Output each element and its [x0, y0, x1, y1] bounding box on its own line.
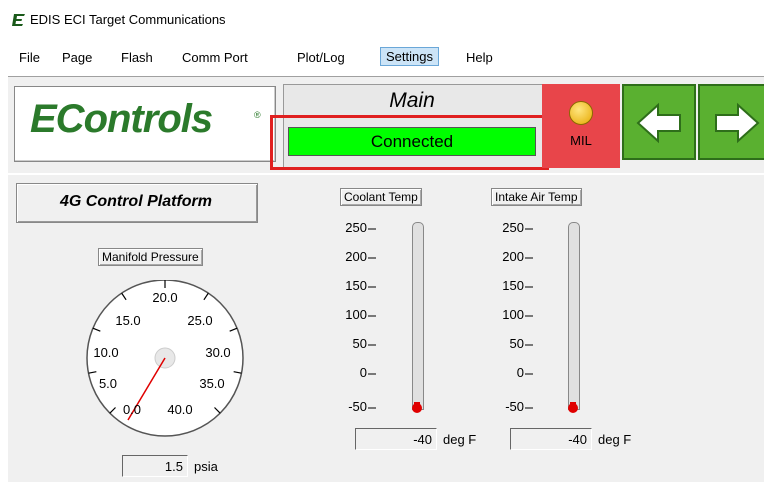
coolant-tick-0: 0	[359, 365, 367, 380]
menu-comm-port[interactable]: Comm Port	[178, 49, 252, 66]
manifold-pressure-unit: psia	[194, 459, 218, 474]
gauge-label-15: 15.0	[115, 313, 140, 328]
intake-air-temp-value: -40	[510, 428, 592, 450]
intake-tick-250: 250	[502, 220, 524, 235]
intake-tick-50: 50	[509, 336, 524, 351]
menu-plot-log[interactable]: Plot/Log	[293, 49, 349, 66]
coolant-tick-minus50: -50	[348, 399, 367, 414]
intake-tick-200: 200	[502, 249, 524, 264]
gauge-label-35: 35.0	[199, 376, 224, 391]
gauge-label-10: 10.0	[93, 345, 118, 360]
menu-page[interactable]: Page	[58, 49, 96, 66]
registered-mark: ®	[254, 110, 261, 120]
coolant-tick-250: 250	[345, 220, 367, 235]
menu-flash[interactable]: Flash	[117, 49, 157, 66]
manifold-pressure-caption: Manifold Pressure	[98, 248, 203, 266]
econtrols-logo: EControls	[30, 97, 213, 141]
e-logo-icon	[12, 13, 26, 27]
menu-file[interactable]: File	[15, 49, 44, 66]
forward-button[interactable]	[698, 84, 764, 160]
intake-tick-100: 100	[502, 307, 524, 322]
arrow-right-icon	[715, 102, 760, 144]
gauge-label-0: 0.0	[123, 402, 141, 417]
intake-tick-marks	[525, 228, 533, 409]
intake-air-temp-caption: Intake Air Temp	[491, 188, 582, 206]
coolant-bulb	[412, 403, 422, 413]
coolant-tick-50: 50	[352, 336, 367, 351]
mil-label: MIL	[570, 133, 592, 148]
gauge-label-25: 25.0	[187, 313, 212, 328]
intake-thermometer	[568, 222, 580, 410]
intake-tick-minus50: -50	[505, 399, 524, 414]
coolant-temp-caption: Coolant Temp	[340, 188, 422, 206]
gauge-label-5: 5.0	[99, 376, 117, 391]
mil-lamp-icon	[569, 101, 593, 125]
intake-tick-150: 150	[502, 278, 524, 293]
highlight-box	[270, 115, 549, 170]
coolant-temp-value: -40	[355, 428, 437, 450]
arrow-left-icon	[636, 102, 681, 144]
menu-bar: File Page Flash Comm Port Plot/Log Setti…	[0, 46, 764, 70]
manifold-pressure-gauge: 20.0 15.0 25.0 10.0 30.0 5.0 35.0 0.0 40…	[86, 280, 244, 437]
coolant-temp-unit: deg F	[443, 432, 477, 447]
intake-tick-0: 0	[516, 365, 524, 380]
window-title: EDIS ECI Target Communications	[30, 12, 226, 27]
manifold-pressure-value: 1.5	[122, 455, 188, 477]
coolant-thermometer	[412, 222, 424, 410]
coolant-tick-150: 150	[345, 278, 367, 293]
intake-air-temp-unit: deg F	[598, 432, 632, 447]
screen-title: Main	[389, 89, 435, 112]
menu-help[interactable]: Help	[462, 49, 497, 66]
intake-bulb	[568, 403, 578, 413]
coolant-tick-marks	[368, 228, 376, 409]
gauge-label-30: 30.0	[205, 345, 230, 360]
back-button[interactable]	[622, 84, 696, 160]
coolant-tick-100: 100	[345, 307, 367, 322]
platform-label: 4G Control Platform	[59, 193, 212, 210]
menu-settings[interactable]: Settings	[380, 47, 439, 66]
gauge-label-40: 40.0	[167, 402, 192, 417]
gauge-label-20: 20.0	[152, 290, 177, 305]
coolant-tick-200: 200	[345, 249, 367, 264]
mil-indicator-panel	[542, 84, 620, 168]
